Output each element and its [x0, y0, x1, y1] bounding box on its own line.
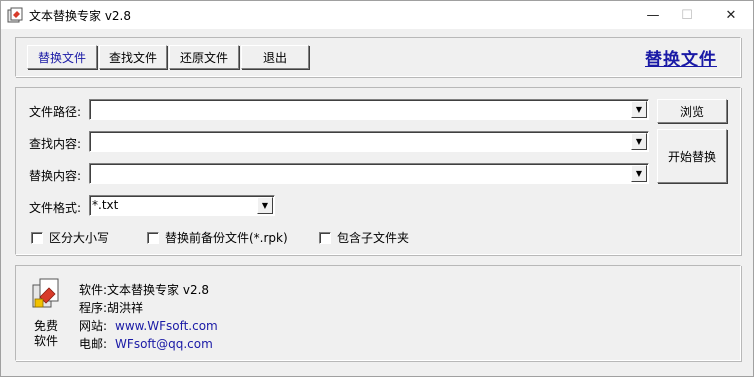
chevron-down-icon: ▼ — [635, 137, 643, 146]
window-title: 文本替换专家 v2.8 — [29, 9, 132, 23]
start-replace-button[interactable]: 开始替换 — [657, 129, 727, 183]
format-value: *.txt — [92, 198, 119, 212]
free-software-icon — [32, 278, 59, 308]
backup-label: 替换前备份文件(*.rpk) — [165, 231, 288, 245]
format-label: 文件格式: — [29, 201, 82, 215]
chevron-down-icon: ▼ — [635, 105, 643, 114]
email-line: 电邮: WFsoft@qq.com — [79, 335, 213, 352]
find-combobox[interactable]: ▼ — [89, 131, 649, 152]
subfolders-label: 包含子文件夹 — [337, 231, 410, 245]
case-sensitive-label: 区分大小写 — [49, 231, 110, 245]
chevron-down-icon: ▼ — [635, 169, 643, 178]
tab-exit[interactable]: 退出 — [241, 45, 309, 69]
tab-restore-files[interactable]: 还原文件 — [169, 45, 239, 69]
app-icon — [7, 7, 23, 23]
close-button[interactable]: ✕ — [711, 1, 751, 29]
title-bar: 文本替换专家 v2.8 — ☐ ✕ — [1, 1, 753, 29]
subfolders-checkbox[interactable] — [319, 231, 331, 244]
minimize-icon: — — [646, 7, 660, 23]
path-dropdown-arrow[interactable]: ▼ — [631, 101, 647, 118]
tab-find-files[interactable]: 查找文件 — [99, 45, 167, 69]
replace-label: 替换内容: — [29, 169, 82, 183]
find-dropdown-arrow[interactable]: ▼ — [631, 133, 647, 150]
browse-button[interactable]: 浏览 — [657, 99, 727, 123]
email-link[interactable]: WFsoft@qq.com — [115, 337, 213, 351]
case-sensitive-option[interactable]: 区分大小写 — [31, 229, 109, 246]
app-window: 文本替换专家 v2.8 — ☐ ✕ 替换文件 查找文件 还原文件 退出 替换文件… — [0, 0, 754, 377]
tab-replace-files[interactable]: 替换文件 — [27, 45, 97, 69]
chevron-down-icon: ▼ — [261, 201, 269, 210]
free-label-line1: 免费 — [33, 319, 58, 333]
subfolders-option[interactable]: 包含子文件夹 — [319, 229, 409, 246]
close-icon: ✕ — [725, 7, 737, 23]
find-label: 查找内容: — [29, 137, 82, 151]
free-software-label: 免费 软件 — [31, 319, 61, 349]
replace-combobox[interactable]: ▼ — [89, 163, 649, 184]
email-label: 电邮: — [79, 337, 108, 351]
software-name-line: 软件:文本替换专家 v2.8 — [79, 283, 210, 297]
header-title-link[interactable]: 替换文件 — [645, 45, 717, 70]
replace-dropdown-arrow[interactable]: ▼ — [631, 165, 647, 182]
free-label-line2: 软件 — [33, 334, 58, 348]
path-combobox[interactable]: ▼ — [89, 99, 649, 120]
author-line: 程序:胡洪祥 — [79, 301, 144, 315]
backup-option[interactable]: 替换前备份文件(*.rpk) — [147, 229, 288, 246]
format-dropdown-arrow[interactable]: ▼ — [257, 197, 273, 214]
website-label: 网站: — [79, 319, 108, 333]
maximize-icon: ☐ — [681, 7, 693, 23]
path-label: 文件路径: — [29, 105, 82, 119]
website-link[interactable]: www.WFsoft.com — [115, 319, 218, 333]
format-combobox[interactable]: *.txt ▼ — [89, 195, 275, 216]
case-sensitive-checkbox[interactable] — [31, 231, 43, 244]
maximize-button[interactable]: ☐ — [667, 1, 707, 29]
website-line: 网站: www.WFsoft.com — [79, 317, 218, 334]
backup-checkbox[interactable] — [147, 231, 159, 244]
